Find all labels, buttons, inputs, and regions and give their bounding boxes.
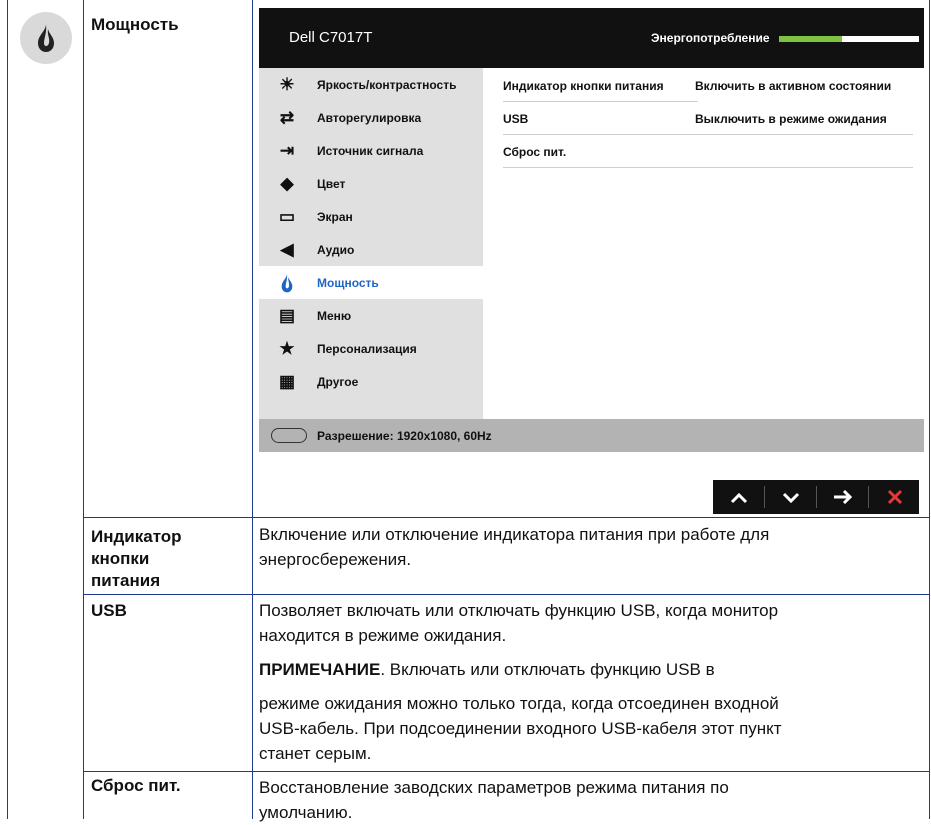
monitor-model: Dell C7017T bbox=[289, 29, 373, 46]
menu-item-input-source[interactable]: ⇥ Источник сигнала bbox=[259, 134, 483, 167]
usb-note: ПРИМЕЧАНИЕ. Включать или отключать функц… bbox=[259, 660, 715, 679]
row-divider bbox=[83, 771, 930, 772]
table-border-mid bbox=[252, 0, 253, 819]
menu-item-brightness[interactable]: ☀ Яркость/контрастность bbox=[259, 68, 483, 101]
power-flame-icon bbox=[277, 273, 297, 293]
menu-item-power[interactable]: Мощность bbox=[259, 266, 483, 299]
menu-icon: ▤ bbox=[278, 306, 296, 325]
row-divider bbox=[83, 594, 930, 595]
setting-usb[interactable]: USB Выключить в режиме ожидания bbox=[503, 101, 913, 134]
setting-power-reset[interactable]: Сброс пит. bbox=[503, 134, 913, 167]
osd-menu: Dell C7017T Энергопотребление ☀ Яркость/… bbox=[259, 8, 924, 514]
close-icon bbox=[887, 489, 902, 505]
star-icon: ★ bbox=[279, 339, 295, 358]
table-border-icon bbox=[83, 0, 84, 819]
desc-power-button-led: Включение или отключение индикатора пита… bbox=[259, 525, 770, 569]
vga-connector-icon bbox=[271, 428, 307, 443]
next-button[interactable] bbox=[817, 480, 868, 514]
input-source-icon: ⇥ bbox=[279, 141, 295, 160]
label-usb: USB bbox=[91, 601, 127, 620]
setting-power-button-led[interactable]: Индикатор кнопки питания Включить в акти… bbox=[503, 68, 913, 101]
label-power-button-led: Индикатор кнопки питания bbox=[91, 527, 182, 590]
osd-header: Dell C7017T Энергопотребление bbox=[259, 8, 924, 68]
other-icon: ▦ bbox=[278, 372, 296, 391]
desc-power-reset: Восстановление заводских параметров режи… bbox=[259, 778, 729, 822]
power-section-icon bbox=[20, 12, 72, 64]
energy-meter-fill bbox=[779, 36, 842, 42]
desc-usb: Позволяет включать или отключать функцию… bbox=[259, 598, 924, 766]
menu-item-personalize[interactable]: ★ Персонализация bbox=[259, 332, 483, 365]
energy-meter bbox=[779, 36, 919, 42]
row-divider bbox=[83, 517, 930, 518]
audio-icon: ◀ bbox=[280, 240, 294, 259]
menu-item-display[interactable]: ▭ Экран bbox=[259, 200, 483, 233]
menu-item-menu[interactable]: ▤ Меню bbox=[259, 299, 483, 332]
chevron-up-icon bbox=[730, 492, 747, 504]
auto-adjust-icon: ⇄ bbox=[279, 108, 295, 127]
table-border-right bbox=[929, 0, 930, 819]
label-power-reset: Сброс пит. bbox=[91, 776, 181, 795]
resolution-text: Разрешение: 1920x1080, 60Hz bbox=[317, 429, 492, 443]
table-border-left bbox=[7, 0, 8, 819]
brightness-icon: ☀ bbox=[279, 75, 295, 94]
menu-item-color[interactable]: ◆ Цвет bbox=[259, 167, 483, 200]
chevron-down-icon bbox=[782, 492, 799, 504]
menu-item-auto-adjust[interactable]: ⇄ Авторегулировка bbox=[259, 101, 483, 134]
display-icon: ▭ bbox=[278, 207, 296, 226]
menu-item-audio[interactable]: ◀ Аудио bbox=[259, 233, 483, 266]
down-button[interactable] bbox=[765, 480, 816, 514]
section-title-power: Мощность bbox=[91, 15, 179, 34]
up-button[interactable] bbox=[713, 480, 764, 514]
arrow-right-icon bbox=[833, 489, 852, 505]
menu-item-other[interactable]: ▦ Другое bbox=[259, 365, 483, 398]
osd-submenu: Индикатор кнопки питания Включить в акти… bbox=[483, 68, 924, 419]
exit-button[interactable] bbox=[869, 480, 920, 514]
osd-nav-buttons bbox=[713, 480, 919, 514]
osd-main-menu: ☀ Яркость/контрастность ⇄ Авторегулировк… bbox=[259, 68, 483, 419]
color-icon: ◆ bbox=[280, 174, 294, 193]
osd-status-bar: Разрешение: 1920x1080, 60Hz bbox=[259, 419, 924, 452]
row-divider bbox=[503, 167, 913, 168]
energy-label: Энергопотребление bbox=[651, 31, 770, 45]
